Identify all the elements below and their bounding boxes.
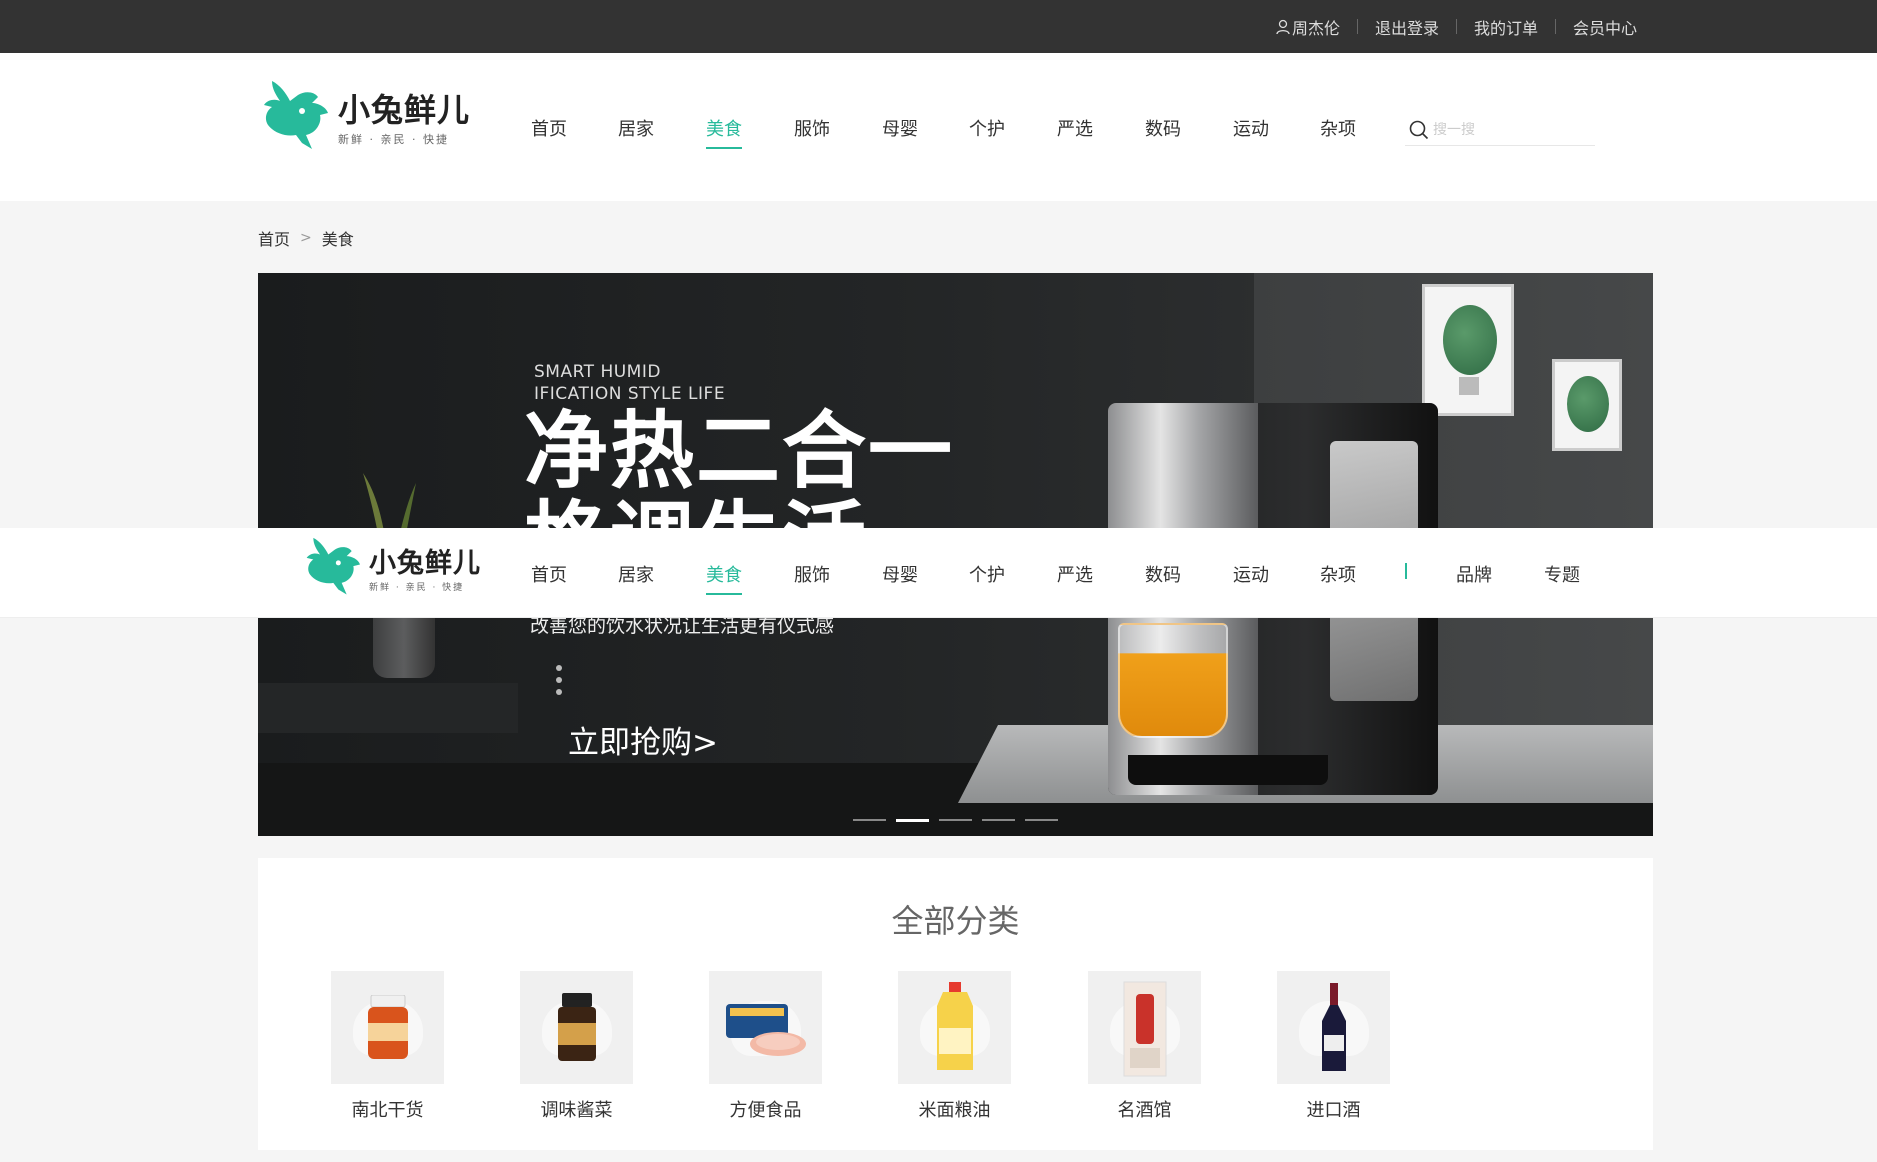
divider	[1455, 19, 1457, 34]
liquor-box-icon	[1123, 981, 1166, 1076]
logo-slogan: 新鲜 · 亲民 · 快捷	[338, 133, 449, 146]
category-image	[709, 971, 822, 1084]
user-name: 周杰伦	[1291, 18, 1340, 38]
canned-meat-icon	[725, 1003, 806, 1056]
logo-title: 小兔鲜儿	[338, 91, 471, 129]
sauce-jar-icon	[557, 992, 596, 1061]
categories-title: 全部分类	[891, 902, 1020, 940]
category-image	[331, 971, 444, 1084]
carousel-indicator-4[interactable]	[982, 819, 1015, 821]
sticky-nav-item-home[interactable]: 首页	[531, 561, 567, 593]
sticky-logo[interactable]: 小兔鲜儿 新鲜 · 亲民 · 快捷	[305, 536, 481, 598]
search-input[interactable]	[1433, 121, 1583, 138]
carousel-indicator-1[interactable]	[853, 819, 886, 821]
category-image	[1088, 971, 1201, 1084]
nav-item-food[interactable]: 美食	[706, 115, 742, 149]
sticky-nav-item-food[interactable]: 美食	[706, 561, 742, 595]
picture-frame-right	[1552, 359, 1622, 451]
sticky-nav-item-home-living[interactable]: 居家	[618, 561, 654, 593]
category-item-condiments[interactable]: 调味酱菜	[520, 971, 633, 1122]
category-item-liquor[interactable]: 名酒馆	[1088, 971, 1201, 1122]
sticky-logo-text: 小兔鲜儿 新鲜 · 亲民 · 快捷	[369, 541, 481, 593]
rabbit-logo-icon	[306, 537, 360, 595]
category-label: 米面粮油	[918, 1100, 991, 1121]
oil-bottle-icon	[936, 981, 973, 1070]
sticky-nav-item-brand[interactable]: 品牌	[1456, 561, 1492, 593]
divider	[1356, 19, 1358, 34]
category-item-imported-wine[interactable]: 进口酒	[1277, 971, 1390, 1122]
user-link[interactable]: 周杰伦	[1276, 15, 1340, 39]
logout-link[interactable]: 退出登录	[1375, 15, 1439, 39]
banner-title-line1: 净热二合一	[524, 402, 955, 500]
category-label: 方便食品	[729, 1100, 802, 1121]
category-label: 调味酱菜	[540, 1100, 613, 1121]
category-item-dried-goods[interactable]: 南北干货	[331, 971, 444, 1122]
nav-item-home[interactable]: 首页	[531, 115, 567, 147]
sticky-nav-item-personal-care[interactable]: 个护	[969, 561, 1005, 593]
sticky-nav-item-baby[interactable]: 母婴	[882, 561, 918, 593]
sticky-logo-slogan: 新鲜 · 亲民 · 快捷	[369, 583, 465, 593]
tea-cup-image	[1118, 623, 1228, 738]
nav-item-personal-care[interactable]: 个护	[969, 115, 1005, 147]
category-image	[1277, 971, 1390, 1084]
picture-frame-left	[1422, 284, 1514, 416]
divider	[1554, 19, 1556, 34]
carousel-indicator-3[interactable]	[939, 819, 972, 821]
sticky-nav-item-topics[interactable]: 专题	[1544, 561, 1580, 593]
sticky-nav-item-apparel[interactable]: 服饰	[794, 561, 830, 593]
breadcrumb-separator: >	[300, 230, 312, 246]
nav-item-baby[interactable]: 母婴	[882, 115, 918, 147]
search-icon[interactable]	[1409, 120, 1429, 140]
banner-shelf	[258, 683, 518, 733]
user-icon	[1276, 19, 1290, 34]
breadcrumb: 首页 > 美食	[258, 226, 354, 250]
wine-bottle-icon	[1321, 982, 1346, 1071]
banner-dots-decoration	[556, 665, 562, 695]
sticky-nav-item-misc[interactable]: 杂项	[1320, 561, 1356, 593]
sticky-nav-divider	[1405, 563, 1407, 579]
member-center-link[interactable]: 会员中心	[1573, 15, 1637, 39]
breadcrumb-home[interactable]: 首页	[258, 226, 290, 250]
my-orders-link[interactable]: 我的订单	[1474, 15, 1538, 39]
all-categories-panel: 全部分类 南北干货 调味酱菜 方便食品 米面粮油 名酒馆 进口酒	[258, 858, 1653, 1150]
nav-item-home-living[interactable]: 居家	[618, 115, 654, 147]
category-label: 南北干货	[351, 1100, 424, 1121]
sticky-header: 小兔鲜儿 新鲜 · 亲民 · 快捷 首页 居家 美食 服饰 母婴 个护 严选 数…	[0, 528, 1877, 618]
logo[interactable]: 小兔鲜儿 新鲜 · 亲民 · 快捷	[262, 79, 470, 153]
rabbit-logo-icon	[264, 81, 328, 149]
nav-item-digital[interactable]: 数码	[1145, 115, 1181, 147]
breadcrumb-current: 美食	[321, 230, 354, 249]
carousel-indicator-5[interactable]	[1025, 819, 1058, 821]
banner-en-line1: SMART HUMID	[534, 362, 661, 382]
banner-subtitle: SMART HUMID IFICATION STYLE LIFE	[534, 361, 725, 405]
buy-now-button[interactable]: 立即抢购>	[568, 717, 718, 762]
carousel-indicator-2[interactable]	[896, 819, 929, 822]
sticky-nav-item-sports[interactable]: 运动	[1233, 561, 1269, 593]
category-item-instant-food[interactable]: 方便食品	[709, 971, 822, 1122]
category-label: 名酒馆	[1117, 1100, 1172, 1121]
nav-item-selected[interactable]: 严选	[1057, 115, 1093, 147]
jar-product-icon	[367, 994, 408, 1059]
main-header: 小兔鲜儿 新鲜 · 亲民 · 快捷 首页 居家 美食 服饰 母婴 个护 严选 数…	[0, 53, 1877, 201]
sticky-nav-item-selected[interactable]: 严选	[1057, 561, 1093, 593]
carousel-indicators	[853, 819, 1058, 822]
nav-item-misc[interactable]: 杂项	[1320, 115, 1356, 147]
category-label: 进口酒	[1306, 1100, 1361, 1121]
sticky-nav-item-digital[interactable]: 数码	[1145, 561, 1181, 593]
category-image	[898, 971, 1011, 1084]
top-nav: 周杰伦 退出登录 我的订单 会员中心	[1276, 0, 1637, 53]
category-item-grain-oil[interactable]: 米面粮油	[898, 971, 1011, 1122]
top-bar: 周杰伦 退出登录 我的订单 会员中心	[0, 0, 1877, 53]
nav-item-apparel[interactable]: 服饰	[794, 115, 830, 147]
nav-item-sports[interactable]: 运动	[1233, 115, 1269, 147]
category-image	[520, 971, 633, 1084]
logo-text: 小兔鲜儿 新鲜 · 亲民 · 快捷	[338, 85, 470, 147]
sticky-logo-title: 小兔鲜儿	[369, 548, 481, 579]
search-box[interactable]	[1405, 114, 1595, 146]
